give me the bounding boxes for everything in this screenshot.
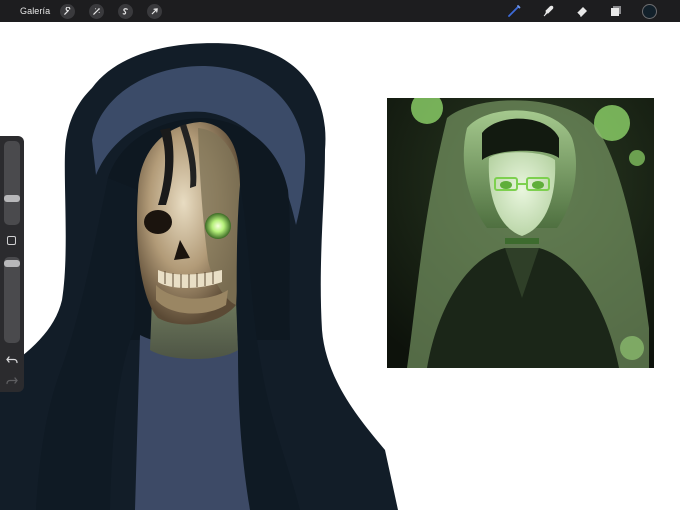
top-toolbar: Galería (0, 0, 680, 22)
smudge-icon[interactable] (540, 3, 556, 19)
undo-button[interactable] (5, 353, 19, 365)
brush-opacity-slider[interactable] (4, 257, 20, 343)
brush-size-slider[interactable] (4, 141, 20, 225)
redo-icon (6, 377, 18, 385)
brush-opacity-handle[interactable] (4, 260, 20, 267)
selection-icon[interactable] (118, 3, 134, 19)
brush-icon[interactable] (506, 3, 522, 19)
drawing-canvas[interactable] (0, 22, 680, 510)
reference-image[interactable] (387, 98, 654, 368)
gallery-button[interactable]: Galería (20, 6, 50, 16)
wrench-icon[interactable] (60, 3, 76, 19)
left-sidebar (0, 136, 24, 392)
reference-anime-portrait (387, 98, 654, 368)
redo-button[interactable] (5, 374, 19, 386)
undo-icon (6, 356, 18, 364)
layers-icon[interactable] (608, 3, 624, 19)
color-picker-button[interactable] (642, 3, 657, 19)
magic-wand-icon[interactable] (89, 3, 105, 19)
transform-arrow-icon[interactable] (147, 3, 163, 19)
modify-button[interactable] (7, 236, 16, 245)
eraser-icon[interactable] (574, 3, 590, 19)
brush-size-handle[interactable] (4, 195, 20, 202)
